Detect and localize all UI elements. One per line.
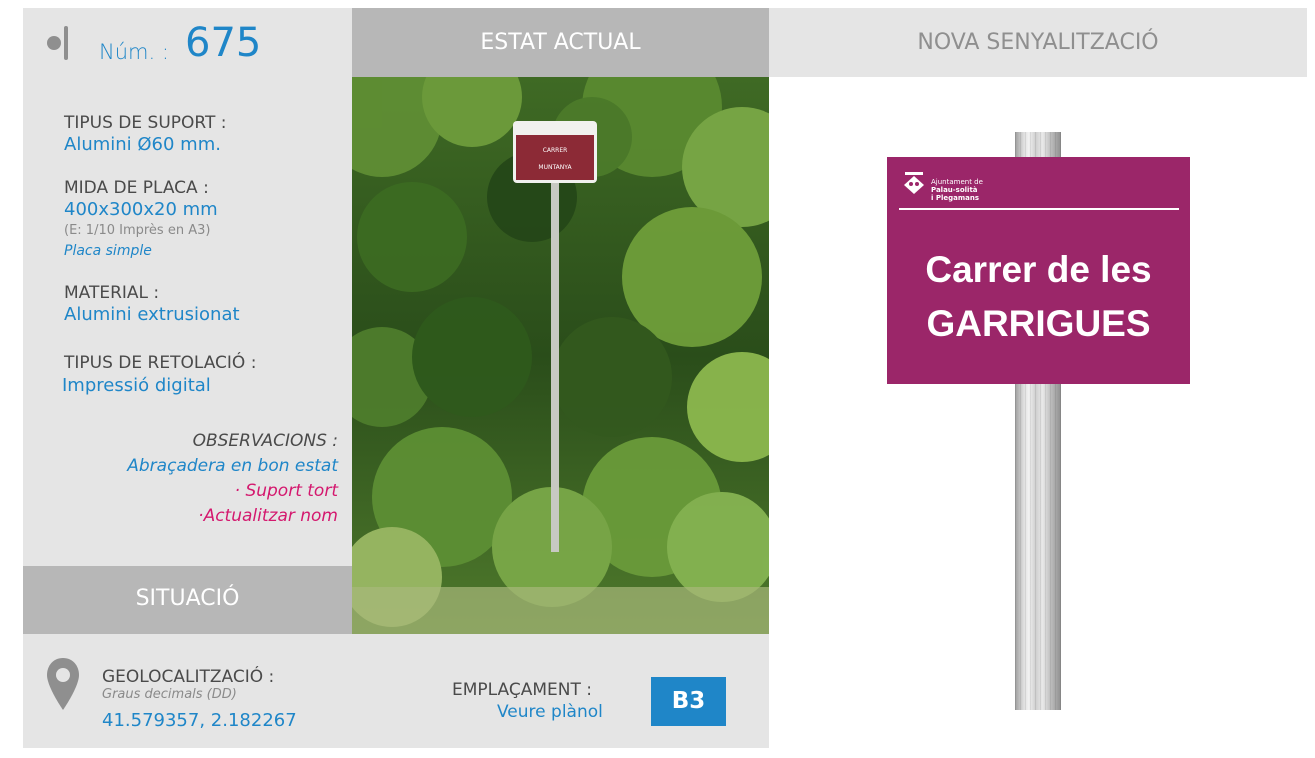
plate-type: Placa simple [64, 243, 152, 259]
header-current-state: ESTAT ACTUAL [352, 8, 769, 77]
observation-line-1: Abraçadera en bon estat [127, 456, 338, 476]
photo-sign-line2: MUNTANYA [538, 164, 572, 171]
new-signage-title: NOVA SENYALITZACIÓ [917, 30, 1159, 55]
location-pin-icon [45, 656, 85, 714]
sign-divider [899, 208, 1179, 210]
header-number-cell: Núm. : 675 [23, 8, 352, 77]
situation-title: SITUACIÓ [135, 586, 240, 611]
divider-bar [64, 26, 68, 60]
situation-header: SITUACIÓ [23, 566, 352, 634]
header-new-signage: NOVA SENYALITZACIÓ [769, 8, 1307, 77]
logo-line-3: i Plegamans [931, 194, 980, 202]
bullet-icon [47, 36, 61, 50]
location-label: EMPLAÇAMENT : [452, 680, 592, 700]
new-street-sign: Ajuntament de Palau-solità i Plegamans C… [887, 157, 1190, 384]
geolocation-value: 41.579357, 2.182267 [102, 710, 297, 731]
specs-panel: TIPUS DE SUPORT : Alumini Ø60 mm. MIDA D… [23, 77, 352, 566]
geolocation-format: Graus decimals (DD) [102, 687, 237, 702]
lettering-value: Impressió digital [62, 375, 211, 396]
observation-line-2: · Suport tort [234, 481, 338, 501]
current-state-title: ESTAT ACTUAL [480, 30, 641, 55]
photo-illustration: CARRER MUNTANYA [352, 77, 769, 634]
location-code-badge: B3 [651, 677, 726, 726]
material-value: Alumini extrusionat [64, 304, 240, 325]
photo-sign-line1: CARRER [543, 147, 568, 154]
plate-size-note: (E: 1/10 Imprès en A3) [64, 223, 211, 238]
current-state-photo: CARRER MUNTANYA [352, 77, 769, 634]
logo-line-2: Palau-solità [931, 186, 978, 194]
support-label: TIPUS DE SUPORT : [64, 113, 227, 133]
plate-size-label: MIDA DE PLACA : [64, 178, 209, 198]
municipal-logo-text: Ajuntament de Palau-solità i Plegamans [931, 178, 983, 202]
number-value: 675 [185, 20, 262, 66]
plate-size-value: 400x300x20 mm [64, 199, 218, 220]
sign-record-sheet: Núm. : 675 ESTAT ACTUAL NOVA SENYALITZAC… [23, 8, 1307, 748]
material-label: MATERIAL : [64, 283, 160, 303]
geolocation-label: GEOLOCALITZACIÓ : [102, 667, 275, 687]
street-name-line-2: GARRIGUES [926, 303, 1151, 344]
number-label: Núm. : [99, 40, 169, 64]
logo-line-1: Ajuntament de [931, 178, 983, 186]
municipal-shield-icon [902, 171, 926, 195]
observation-line-3: ·Actualitzar nom [198, 506, 338, 526]
location-map-link[interactable]: Veure plànol [497, 702, 603, 722]
street-name-line-1: Carrer de les [925, 249, 1152, 290]
observations-label: OBSERVACIONS : [192, 431, 338, 451]
lettering-label: TIPUS DE RETOLACIÓ : [64, 353, 257, 373]
support-value: Alumini Ø60 mm. [64, 134, 221, 155]
